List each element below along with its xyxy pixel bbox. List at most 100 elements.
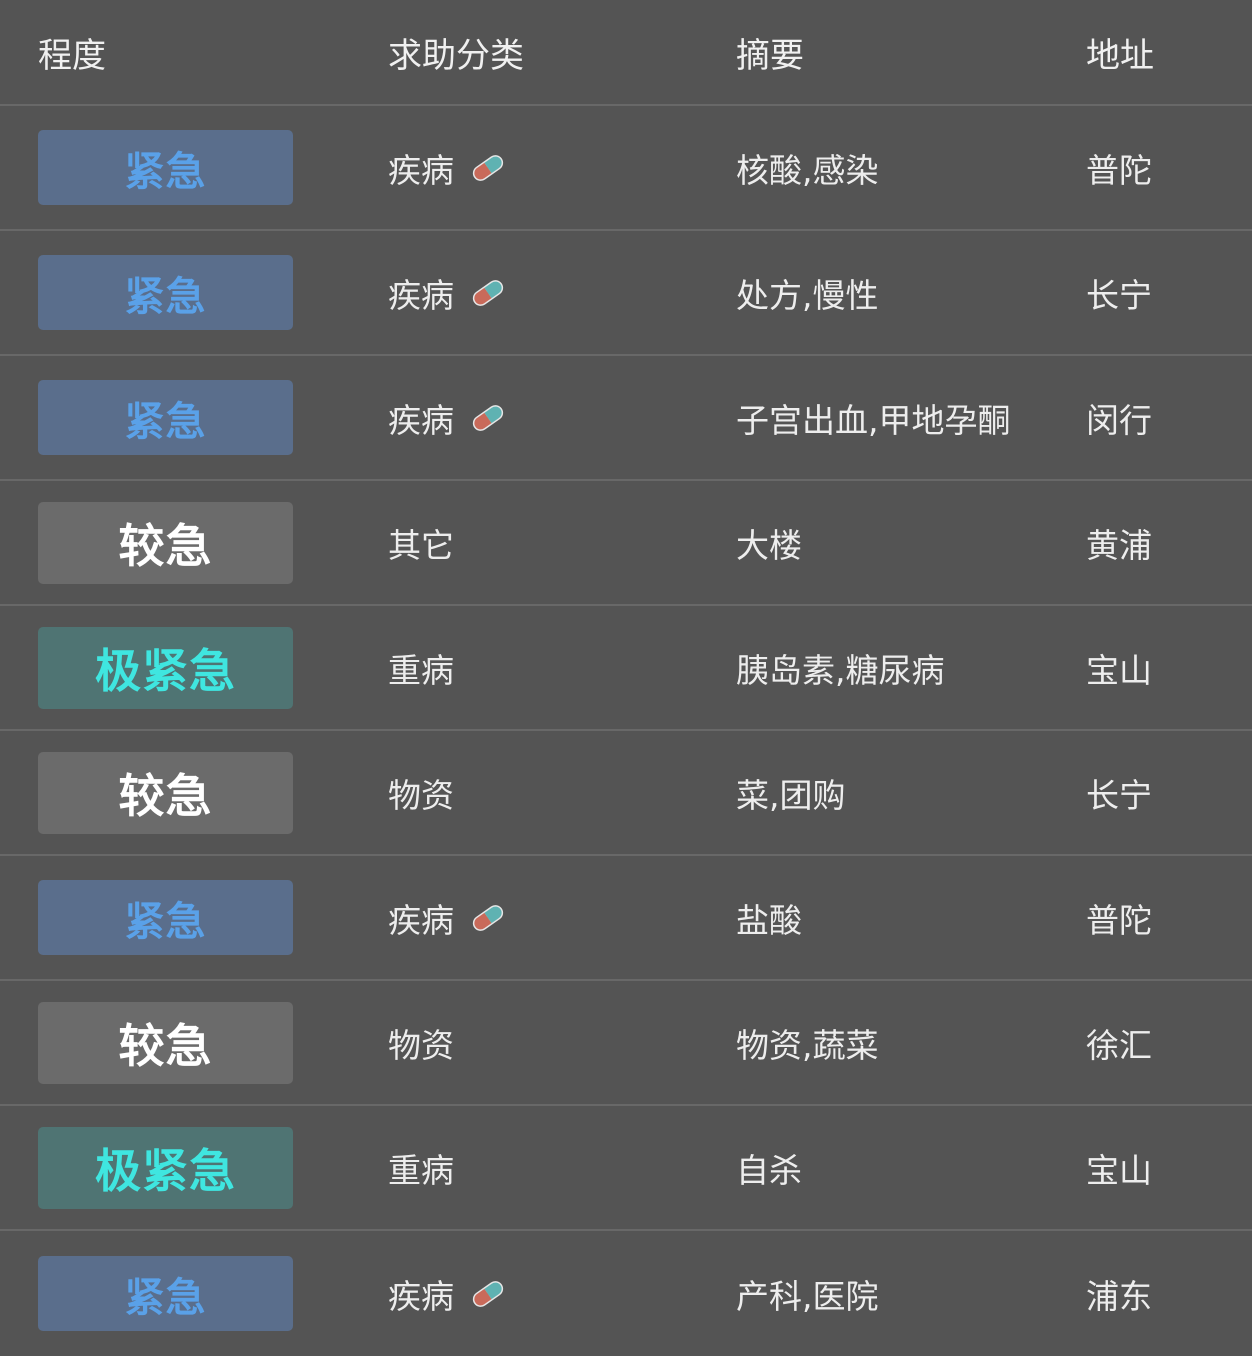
address-text: 宝山	[1086, 650, 1152, 690]
table-row[interactable]: 紧急 疾病 处方,慢性 长宁	[0, 231, 1252, 356]
summary-text: 产科,医院	[736, 1276, 879, 1316]
table-row[interactable]: 紧急 疾病 子宫出血,甲地孕酮 闵行	[0, 356, 1252, 481]
summary-cell: 核酸,感染	[736, 106, 879, 229]
table-row[interactable]: 紧急 疾病 盐酸 普陀	[0, 856, 1252, 981]
summary-cell: 物资,蔬菜	[736, 981, 879, 1104]
category-label: 疾病	[388, 900, 454, 940]
address-text: 闵行	[1086, 400, 1152, 440]
address-cell: 黄浦	[1086, 481, 1152, 604]
address-text: 徐汇	[1086, 1025, 1152, 1065]
address-text: 长宁	[1086, 275, 1152, 315]
category-label: 疾病	[388, 400, 454, 440]
category-cell: 物资	[388, 731, 454, 854]
summary-text: 核酸,感染	[736, 150, 879, 190]
address-cell: 长宁	[1086, 731, 1152, 854]
pill-icon	[468, 150, 508, 186]
summary-text: 大楼	[736, 525, 802, 565]
category-label: 疾病	[388, 275, 454, 315]
category-cell: 物资	[388, 981, 454, 1104]
address-text: 普陀	[1086, 900, 1152, 940]
category-label: 其它	[388, 525, 454, 565]
summary-cell: 处方,慢性	[736, 231, 879, 354]
summary-cell: 大楼	[736, 481, 802, 604]
category-cell: 其它	[388, 481, 454, 604]
level-cell: 紧急	[38, 106, 293, 229]
level-cell: 较急	[38, 481, 293, 604]
header-level[interactable]: 程度	[38, 0, 106, 104]
category-cell: 疾病	[388, 856, 508, 979]
category-label: 物资	[388, 775, 454, 815]
summary-cell: 盐酸	[736, 856, 802, 979]
level-cell: 极紧急	[38, 606, 293, 729]
level-badge: 较急	[38, 1001, 293, 1084]
address-cell: 普陀	[1086, 856, 1152, 979]
address-text: 黄浦	[1086, 525, 1152, 565]
level-cell: 较急	[38, 731, 293, 854]
level-cell: 紧急	[38, 1231, 293, 1356]
summary-text: 盐酸	[736, 900, 802, 940]
category-label: 重病	[388, 650, 454, 690]
category-label: 疾病	[388, 150, 454, 190]
summary-text: 子宫出血,甲地孕酮	[736, 400, 1011, 440]
summary-cell: 子宫出血,甲地孕酮	[736, 356, 1011, 479]
level-badge: 较急	[38, 751, 293, 834]
summary-text: 菜,团购	[736, 775, 846, 815]
summary-cell: 胰岛素,糖尿病	[736, 606, 945, 729]
level-badge: 紧急	[38, 380, 293, 455]
address-cell: 长宁	[1086, 231, 1152, 354]
summary-text: 物资,蔬菜	[736, 1025, 879, 1065]
header-summary[interactable]: 摘要	[736, 0, 804, 104]
header-category[interactable]: 求助分类	[388, 0, 524, 104]
category-cell: 疾病	[388, 1231, 508, 1356]
level-badge: 紧急	[38, 1256, 293, 1331]
level-cell: 紧急	[38, 856, 293, 979]
pill-icon	[468, 400, 508, 436]
category-cell: 疾病	[388, 231, 508, 354]
address-cell: 普陀	[1086, 106, 1152, 229]
category-cell: 疾病	[388, 106, 508, 229]
address-text: 宝山	[1086, 1150, 1152, 1190]
table-row[interactable]: 较急 物资 物资,蔬菜 徐汇	[0, 981, 1252, 1106]
table-header: 程度 求助分类 摘要 地址	[0, 0, 1252, 106]
category-cell: 重病	[388, 606, 454, 729]
table-row[interactable]: 紧急 疾病 产科,医院 浦东	[0, 1231, 1252, 1356]
table-row[interactable]: 极紧急 重病 自杀 宝山	[0, 1106, 1252, 1231]
table-row[interactable]: 极紧急 重病 胰岛素,糖尿病 宝山	[0, 606, 1252, 731]
level-cell: 紧急	[38, 356, 293, 479]
level-badge: 较急	[38, 501, 293, 584]
summary-text: 胰岛素,糖尿病	[736, 650, 945, 690]
address-cell: 闵行	[1086, 356, 1152, 479]
category-label: 疾病	[388, 1276, 454, 1316]
category-cell: 重病	[388, 1106, 454, 1229]
level-cell: 极紧急	[38, 1106, 293, 1229]
category-label: 重病	[388, 1150, 454, 1190]
level-badge: 紧急	[38, 130, 293, 205]
level-badge: 极紧急	[38, 626, 293, 709]
category-label: 物资	[388, 1025, 454, 1065]
table-row[interactable]: 较急 其它 大楼 黄浦	[0, 481, 1252, 606]
summary-cell: 自杀	[736, 1106, 802, 1229]
pill-icon	[468, 1276, 508, 1312]
level-cell: 紧急	[38, 231, 293, 354]
summary-text: 自杀	[736, 1150, 802, 1190]
address-cell: 浦东	[1086, 1231, 1152, 1356]
address-text: 长宁	[1086, 775, 1152, 815]
table-row[interactable]: 紧急 疾病 核酸,感染 普陀	[0, 106, 1252, 231]
summary-cell: 产科,医院	[736, 1231, 879, 1356]
level-badge: 极紧急	[38, 1126, 293, 1209]
summary-text: 处方,慢性	[736, 275, 879, 315]
pill-icon	[468, 900, 508, 936]
level-cell: 较急	[38, 981, 293, 1104]
level-badge: 紧急	[38, 255, 293, 330]
summary-cell: 菜,团购	[736, 731, 846, 854]
address-cell: 徐汇	[1086, 981, 1152, 1104]
address-cell: 宝山	[1086, 1106, 1152, 1229]
header-address[interactable]: 地址	[1086, 0, 1154, 104]
address-text: 浦东	[1086, 1276, 1152, 1316]
table-row[interactable]: 较急 物资 菜,团购 长宁	[0, 731, 1252, 856]
level-badge: 紧急	[38, 880, 293, 955]
help-request-table: 程度 求助分类 摘要 地址 紧急 疾病 核酸,感染 普陀 紧急 疾病 处方,慢性…	[0, 0, 1252, 1356]
pill-icon	[468, 275, 508, 311]
address-text: 普陀	[1086, 150, 1152, 190]
category-cell: 疾病	[388, 356, 508, 479]
